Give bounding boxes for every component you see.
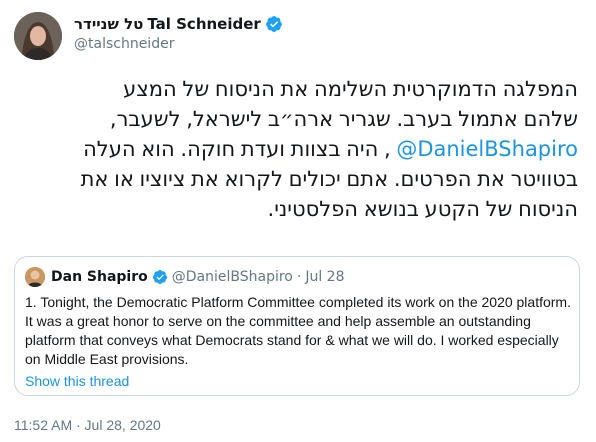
quoted-date[interactable]: Jul 28 (305, 269, 344, 285)
tweet-line: בטוויטר את הפרטים. אתם יכולים לקרוא את צ… (80, 167, 578, 191)
quoted-header: Dan Shapiro @DanielBShapiro · Jul 28 (51, 266, 344, 288)
quoted-author-avatar[interactable] (25, 267, 45, 287)
meta-separator: · (296, 269, 302, 285)
tweet-card: טל שניידר Tal Schneider @talschneider המ… (0, 0, 596, 442)
author-hebrew-name: טל שניידר (74, 15, 144, 33)
tweet-line: @DanielBShapiro , היה בצוות ועדת חוקה. ה… (22, 134, 578, 164)
mention-link[interactable]: @DanielBShapiro (396, 137, 578, 161)
author-handle[interactable]: @talschneider (74, 36, 174, 52)
quoted-author-handle[interactable]: @DanielBShapiro (172, 269, 293, 285)
quoted-author-name[interactable]: Dan Shapiro (51, 269, 148, 285)
tweet-line: שלהם אתמול בערב. שגריר ארה״ב לישראל, לשע… (109, 107, 578, 131)
author-display-name[interactable]: טל שניידר Tal Schneider (74, 13, 283, 35)
verified-badge-icon (152, 270, 167, 284)
tweet-timestamp[interactable]: 11:52 AM · Jul 28, 2020 (14, 417, 161, 433)
quoted-tweet[interactable]: Dan Shapiro @DanielBShapiro · Jul 28 1. … (14, 256, 580, 396)
tweet-line: הניסוח של הקטע בנושא הפלסטיני. (267, 197, 578, 221)
tweet-line: המפלגה הדמוקרטית השלימה את הניסוח של המצ… (123, 77, 578, 101)
show-thread-link[interactable]: Show this thread (25, 373, 129, 389)
tweet-line-segment: , היה בצוות ועדת חוקה. הוא העלה (83, 137, 397, 161)
quoted-tweet-text: 1. Tonight, the Democratic Platform Comm… (25, 294, 571, 367)
verified-badge-icon (265, 16, 282, 32)
tweet-text: המפלגה הדמוקרטית השלימה את הניסוח של המצ… (22, 74, 578, 224)
author-name: Tal Schneider (147, 15, 261, 33)
author-avatar[interactable] (14, 12, 62, 60)
